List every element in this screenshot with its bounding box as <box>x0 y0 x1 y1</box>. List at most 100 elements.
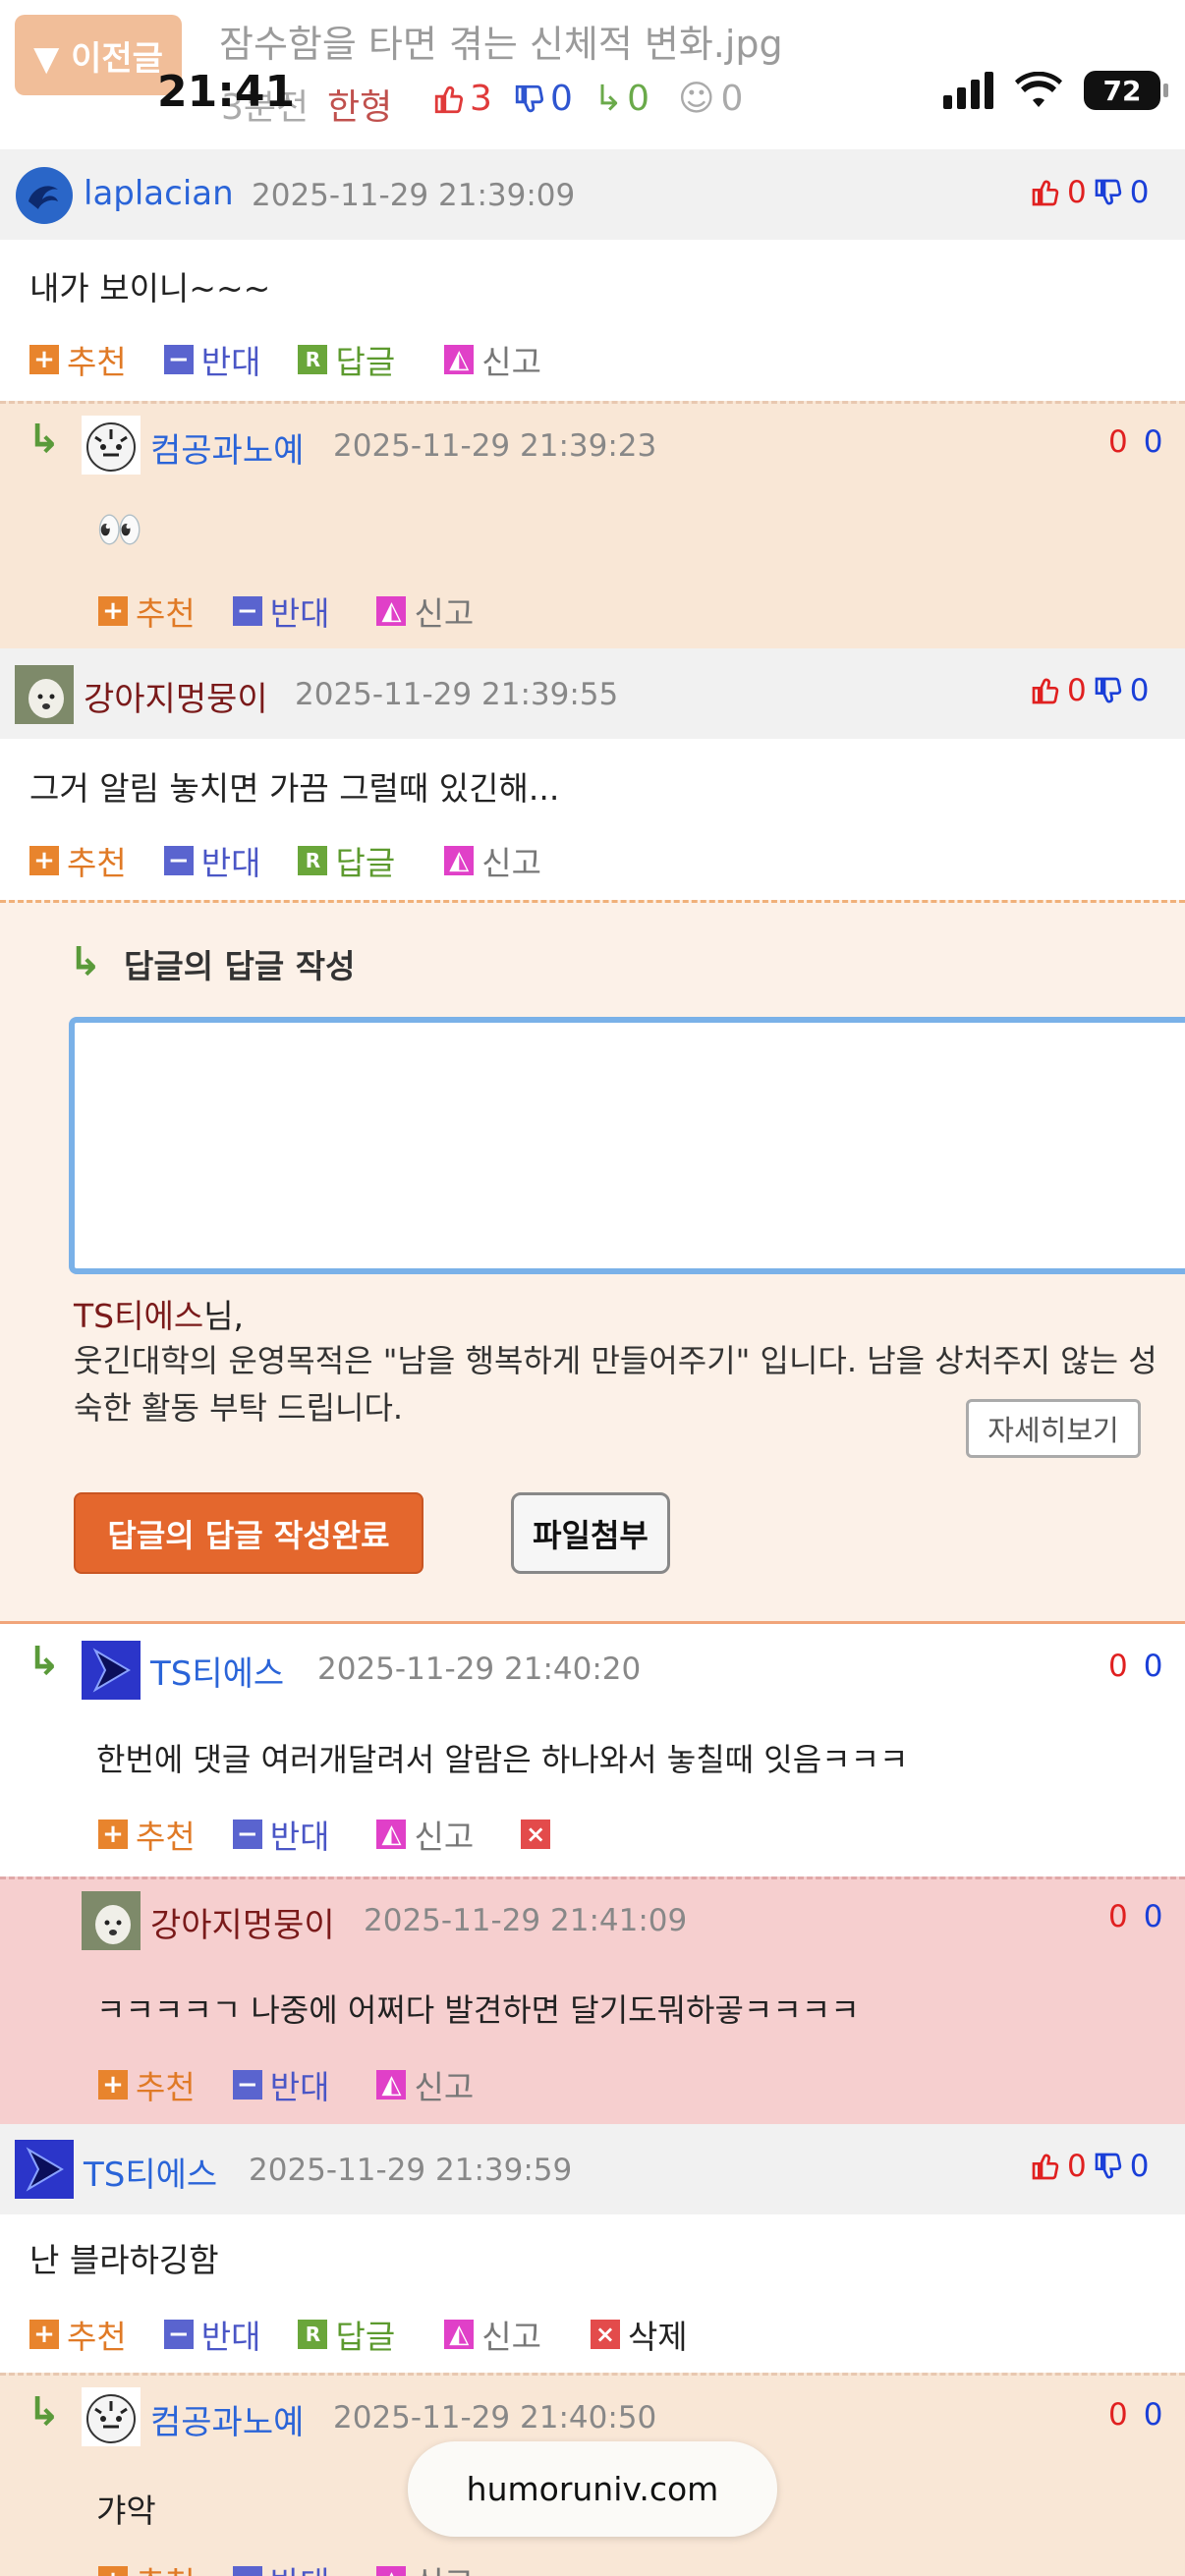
oppose-button[interactable]: −반대 <box>163 2311 260 2358</box>
post-likes: 3 <box>432 79 492 119</box>
alarm-icon: ◭ <box>376 2566 407 2576</box>
alarm-icon: ◭ <box>444 846 475 875</box>
comment-text: 난 블라하깅함 <box>29 2241 219 2279</box>
thumbs-down-icon <box>515 84 544 112</box>
plus-icon: + <box>98 596 128 626</box>
comment-date: 2025-11-29 21:41:09 <box>364 1903 688 1938</box>
avatar <box>82 2387 141 2446</box>
reply-button[interactable]: R 답글 <box>298 2311 395 2358</box>
down-count: 0 <box>1129 2149 1150 2184</box>
down-count[interactable]: 0 <box>1144 1899 1163 1934</box>
comment-nick[interactable]: TS티에스 <box>150 1647 284 1695</box>
comment-text: 갸악 <box>96 2492 156 2530</box>
submit-reply-button[interactable]: 답글의 답글 작성완료 <box>74 1492 423 1574</box>
minus-icon: − <box>232 1820 262 1849</box>
thumbs-up-icon[interactable] <box>1030 675 1061 706</box>
comment-nick[interactable]: laplacian <box>84 174 234 213</box>
recommend-button[interactable]: +추천 <box>29 336 127 383</box>
recommend-button[interactable]: +추천 <box>29 837 127 884</box>
up-count[interactable]: 0 <box>1108 424 1128 460</box>
comment-votes: 0 0 <box>1030 175 1149 210</box>
recommend-button[interactable]: +추천 <box>29 2311 127 2358</box>
url-pill[interactable]: humoruniv.com <box>408 2441 777 2537</box>
attach-file-button[interactable]: 파일첨부 <box>511 1492 670 1574</box>
reply-arrow-icon: ↳ <box>28 2389 61 2435</box>
reply-textarea[interactable] <box>69 1017 1185 1274</box>
delete-button[interactable]: × 삭제 <box>590 2311 688 2358</box>
recommend-button[interactable]: +추천 <box>98 588 196 635</box>
alarm-icon: ◭ <box>444 345 475 374</box>
down-count[interactable]: 0 <box>1144 1649 1163 1684</box>
minus-icon: − <box>232 2566 262 2576</box>
comment-date: 2025-11-29 21:39:55 <box>295 677 619 712</box>
post-views-count: 0 <box>720 79 744 119</box>
plus-icon: + <box>98 1820 128 1849</box>
oppose-button[interactable]: −반대 <box>163 336 260 383</box>
wifi-icon <box>1015 72 1062 107</box>
oppose-button[interactable]: −반대 <box>232 2557 329 2576</box>
down-count[interactable]: 0 <box>1144 2397 1163 2433</box>
post-author[interactable]: 한형 <box>327 79 392 130</box>
thumbs-down-icon[interactable] <box>1093 177 1124 208</box>
comment-text: 내가 보이니~~~ <box>29 269 271 308</box>
avatar <box>15 665 74 724</box>
up-count: 0 <box>1067 2149 1087 2184</box>
comment-actions: + 추천 − 반대 ◭ 신고 × <box>98 1811 595 1858</box>
recommend-button[interactable]: +추천 <box>98 2061 196 2108</box>
avatar <box>82 1641 141 1700</box>
thumbs-up-icon[interactable] <box>1030 177 1061 208</box>
report-button[interactable]: ◭신고 <box>376 2557 474 2576</box>
plus-icon: + <box>29 846 59 875</box>
down-count[interactable]: 0 <box>1144 424 1163 460</box>
minus-icon: − <box>232 596 262 626</box>
reply-arrow-icon: ↳ <box>28 1639 61 1684</box>
reply-form-title: 답글의 답글 작성 <box>124 947 356 985</box>
post-dislikes: 0 <box>513 79 573 119</box>
thumbs-up-icon[interactable] <box>1030 2151 1061 2182</box>
recommend-button[interactable]: +추천 <box>98 2557 196 2576</box>
minus-icon: − <box>163 345 194 374</box>
alarm-icon: ◭ <box>376 596 407 626</box>
report-button[interactable]: ◭신고 <box>444 837 541 884</box>
up-count[interactable]: 0 <box>1108 1899 1128 1934</box>
oppose-button[interactable]: −반대 <box>232 1811 329 1858</box>
report-button[interactable]: ◭신고 <box>376 2061 474 2108</box>
comment-text: ㅋㅋㅋㅋㄱ 나중에 어쩌다 발견하면 달기도뭐하곻ㅋㅋㅋㅋ <box>96 1991 860 2029</box>
comment-nick[interactable]: 컴공과노예 <box>150 2395 304 2443</box>
report-button[interactable]: ◭신고 <box>376 1811 474 1858</box>
comment-votes: 0 0 <box>1030 673 1149 708</box>
reply-button[interactable]: R 답글 <box>298 336 395 383</box>
comment-actions: +추천 −반대 ◭신고 <box>98 2061 511 2108</box>
report-button[interactable]: ◭신고 <box>376 588 474 635</box>
comment-nick[interactable]: 컴공과노예 <box>150 423 304 472</box>
oppose-button[interactable]: −반대 <box>232 588 329 635</box>
recommend-button[interactable]: +추천 <box>98 1811 196 1858</box>
oppose-button[interactable]: −반대 <box>163 837 260 884</box>
comment-text: 그거 알림 놓치면 가끔 그럴때 있긴해... <box>29 769 560 808</box>
battery-icon: 72 <box>1084 71 1168 110</box>
oppose-button[interactable]: −반대 <box>232 2061 329 2108</box>
thumbs-down-icon[interactable] <box>1093 675 1124 706</box>
comment-date: 2025-11-29 21:40:20 <box>317 1652 642 1687</box>
comment-date: 2025-11-29 21:40:50 <box>333 2400 657 2436</box>
up-count[interactable]: 0 <box>1108 1649 1128 1684</box>
report-button[interactable]: ◭신고 <box>444 336 541 383</box>
reply-button[interactable]: R 답글 <box>298 837 395 884</box>
down-count: 0 <box>1129 175 1150 210</box>
notice-user[interactable]: TS티에스 <box>74 1297 203 1335</box>
post-replies: ↳ 0 <box>593 79 649 119</box>
reply-arrow-icon: ↳ <box>28 417 61 462</box>
thumbs-down-icon[interactable] <box>1093 2151 1124 2182</box>
close-icon: × <box>590 2320 620 2349</box>
comment-nick[interactable]: 강아지멍뭉이 <box>84 672 268 720</box>
more-info-button[interactable]: 자세히보기 <box>966 1399 1141 1458</box>
comment-nick[interactable]: TS티에스 <box>84 2148 217 2196</box>
delete-button[interactable]: × <box>521 1820 558 1849</box>
comment-nick[interactable]: 강아지멍뭉이 <box>150 1898 335 1946</box>
plus-icon: + <box>98 2566 128 2576</box>
post-title[interactable]: 잠수함을 타면 겪는 신체적 변화.jpg <box>219 14 783 68</box>
reply-arrow-icon: ↳ <box>69 939 102 984</box>
alarm-icon: ◭ <box>444 2320 475 2349</box>
up-count[interactable]: 0 <box>1108 2397 1128 2433</box>
report-button[interactable]: ◭신고 <box>444 2311 541 2358</box>
